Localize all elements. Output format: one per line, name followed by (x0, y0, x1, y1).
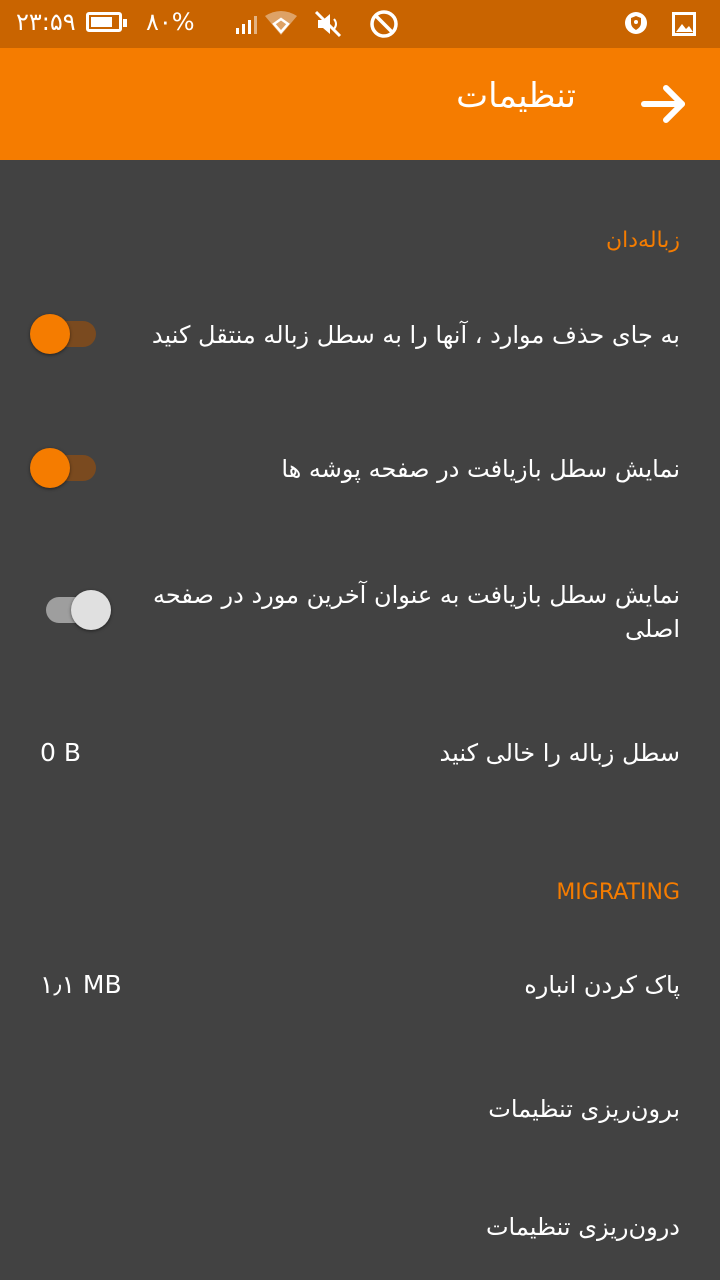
section-header-trash: زباله‌دان (605, 228, 680, 253)
pref-title: برون‌ریزی تنظیمات (488, 1095, 680, 1123)
do-not-disturb-icon (370, 10, 398, 38)
shield-icon (625, 12, 647, 34)
pref-title: به جای حذف موارد ، آنها را به سطل زباله … (151, 321, 680, 349)
pref-title: درون‌ریزی تنظیمات (485, 1213, 680, 1241)
pref-title: نمایش سطل بازیافت در صفحه پوشه ها (281, 455, 680, 483)
pref-show-recycle-in-folders[interactable]: نمایش سطل بازیافت در صفحه پوشه ها (0, 414, 720, 524)
pref-title: نمایش سطل بازیافت به عنوان آخرین مورد در… (153, 581, 680, 643)
pref-move-to-trash[interactable]: به جای حذف موارد ، آنها را به سطل زباله … (0, 280, 720, 390)
pref-title: سطل زباله را خالی کنید (439, 739, 680, 767)
battery-percent: ۸۰% (146, 8, 195, 36)
pref-empty-trash[interactable]: سطل زباله را خالی کنید 0 B (0, 700, 720, 810)
pref-value: 0 B (40, 738, 82, 767)
mute-icon (314, 10, 342, 38)
pref-export-settings[interactable]: برون‌ریزی تنظیمات (0, 1056, 720, 1166)
arrow-right-icon[interactable] (632, 74, 692, 134)
signal-icon (236, 16, 257, 34)
battery-icon (86, 12, 127, 32)
pref-value: ۱٫۱ MB (40, 970, 122, 999)
toggle-thumb (30, 314, 70, 354)
toggle-thumb (71, 590, 111, 630)
wifi-icon (265, 11, 297, 35)
app-bar: تنظیمات (0, 48, 720, 160)
status-bar: ۲۳:۵۹ ۸۰% (0, 0, 720, 48)
page-title: تنظیمات (456, 76, 576, 116)
pref-import-settings[interactable]: درون‌ریزی تنظیمات (0, 1174, 720, 1280)
pref-show-recycle-last-item[interactable]: نمایش سطل بازیافت به عنوان آخرین مورد در… (0, 560, 720, 670)
toggle-thumb (30, 448, 70, 488)
pref-title: پاک کردن انباره (524, 971, 680, 999)
section-header-migrating: MIGRATING (556, 880, 680, 905)
image-icon (672, 12, 696, 36)
status-time: ۲۳:۵۹ (16, 8, 76, 36)
pref-clear-cache[interactable]: پاک کردن انباره ۱٫۱ MB (0, 932, 720, 1042)
